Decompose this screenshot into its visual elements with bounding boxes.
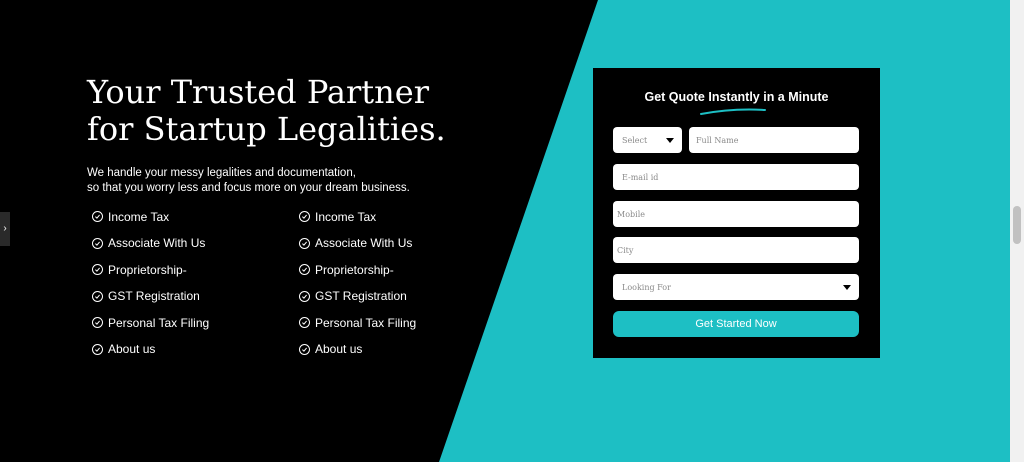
caret-down-icon [843, 285, 851, 290]
email-input[interactable] [622, 172, 859, 182]
service-link[interactable]: Associate With Us [92, 235, 299, 252]
check-circle-icon [299, 317, 310, 328]
get-started-button[interactable]: Get Started Now [613, 311, 859, 337]
check-circle-icon [92, 317, 103, 328]
page-scrollbar[interactable] [1010, 0, 1024, 462]
scrollbar-thumb[interactable] [1013, 206, 1021, 244]
service-link[interactable]: Personal Tax Filing [92, 314, 299, 331]
check-circle-icon [92, 343, 103, 355]
looking-for-dropdown-label: Looking For [622, 282, 671, 292]
check-circle-icon [299, 237, 310, 249]
email-field[interactable] [613, 164, 859, 190]
check-circle-icon [92, 211, 103, 222]
service-link-label: Personal Tax Filing [315, 315, 417, 330]
caret-down-icon [666, 138, 674, 143]
service-link-label: Personal Tax Filing [108, 315, 210, 330]
service-link-label: GST Registration [108, 289, 200, 303]
service-link[interactable]: Associate With Us [299, 235, 449, 252]
hero-subtitle-line-2: so that you worry less and focus more on… [87, 182, 410, 194]
chevron-right-icon: › [3, 223, 7, 234]
side-panel-toggle[interactable]: › [0, 212, 10, 246]
hero-subtitle-line-1: We handle your messy legalities and docu… [87, 167, 356, 179]
check-circle-icon [299, 211, 310, 222]
check-circle-icon [92, 237, 103, 249]
service-link[interactable]: GST Registration [299, 288, 449, 305]
service-link[interactable]: Income Tax [299, 208, 449, 225]
service-links: Income Tax Income Tax Associate With Us … [92, 208, 432, 358]
service-link-label: Income Tax [315, 209, 377, 224]
city-input[interactable] [617, 245, 859, 255]
service-link-label: Proprietorship- [108, 262, 187, 277]
check-circle-icon [92, 290, 103, 302]
select-dropdown[interactable]: Select [613, 127, 682, 153]
service-link[interactable]: GST Registration [92, 288, 299, 305]
check-circle-icon [299, 290, 310, 302]
form-title: Get Quote Instantly in a Minute [644, 90, 829, 104]
service-link-label: About us [108, 342, 156, 356]
service-link-label: Associate With Us [108, 236, 206, 250]
service-link[interactable]: Proprietorship- [92, 261, 299, 278]
full-name-input[interactable] [696, 135, 859, 145]
service-link[interactable]: Personal Tax Filing [299, 314, 449, 331]
service-link[interactable]: About us [92, 341, 299, 358]
check-circle-icon [299, 343, 310, 355]
mobile-input[interactable] [617, 209, 859, 219]
check-circle-icon [92, 264, 103, 275]
service-link-label: Income Tax [108, 209, 170, 224]
full-name-field[interactable] [689, 127, 859, 153]
service-link[interactable]: About us [299, 341, 449, 358]
service-link-label: About us [315, 342, 363, 356]
service-link-label: Associate With Us [315, 236, 413, 250]
select-dropdown-label: Select [622, 135, 648, 145]
service-link-label: GST Registration [315, 289, 407, 303]
mobile-field[interactable] [613, 201, 859, 227]
check-circle-icon [299, 264, 310, 275]
hero-title-line-1: Your Trusted Partner [87, 73, 429, 111]
hero-title-line-2: for Startup Legalities. [87, 110, 446, 148]
hero-subtitle: We handle your messy legalities and docu… [87, 166, 447, 196]
city-field[interactable] [613, 237, 859, 263]
looking-for-dropdown[interactable]: Looking For [613, 274, 859, 300]
hero-title: Your Trusted Partner for Startup Legalit… [87, 74, 507, 148]
quote-form: Get Quote Instantly in a Minute Select L… [593, 68, 880, 358]
service-link[interactable]: Proprietorship- [299, 261, 449, 278]
service-link[interactable]: Income Tax [92, 208, 299, 225]
title-underline-decoration [700, 108, 766, 115]
service-link-label: Proprietorship- [315, 262, 394, 277]
